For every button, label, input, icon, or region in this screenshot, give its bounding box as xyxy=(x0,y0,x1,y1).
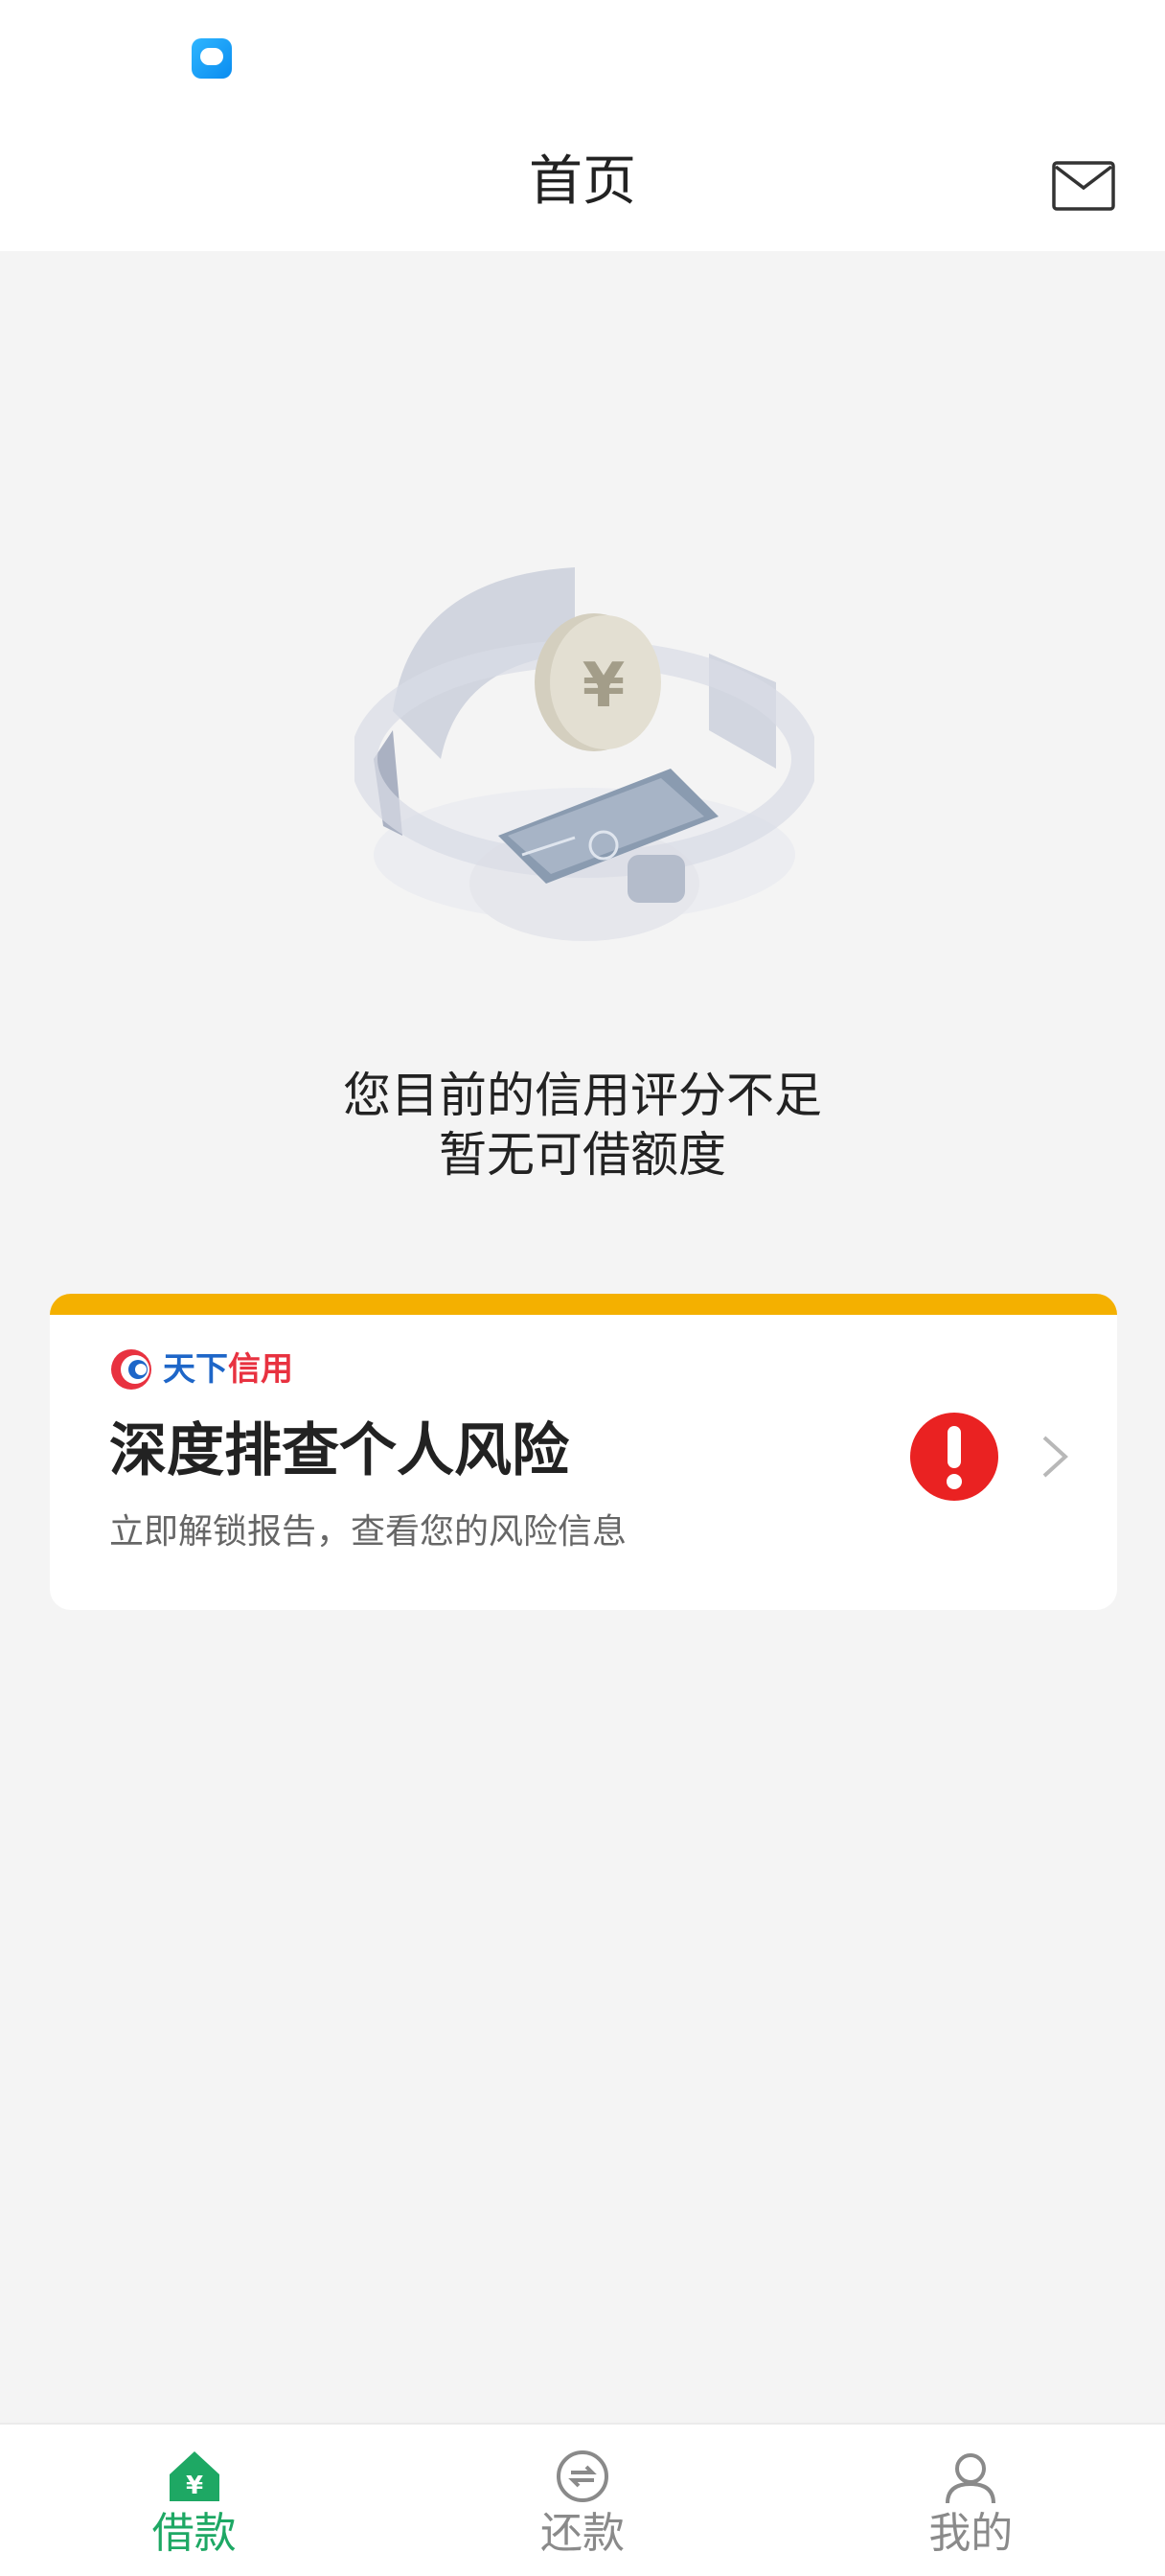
tab-mine-label: 我的 xyxy=(928,2509,1014,2558)
card-accent-stripe xyxy=(50,1294,1117,1315)
mail-icon xyxy=(1052,161,1115,211)
app-header: 首页 xyxy=(0,125,1165,251)
status-bar xyxy=(0,0,1165,125)
tab-mine[interactable]: 我的 xyxy=(777,2425,1165,2576)
brand-name-part2: 信用 xyxy=(228,1350,293,1389)
repay-icon xyxy=(556,2450,608,2502)
chevron-right-icon xyxy=(1042,1436,1068,1478)
svg-text:¥: ¥ xyxy=(582,651,626,722)
brand-logo-icon xyxy=(111,1349,151,1390)
yuan-coin-illustration: ¥ xyxy=(354,567,814,941)
credit-message: 您目前的信用评分不足 暂无可借额度 xyxy=(0,1066,1165,1184)
home-yuan-icon: ¥ xyxy=(169,2451,219,2501)
risk-report-card[interactable]: 天下信用 深度排查个人风险 立即解锁报告，查看您的风险信息 xyxy=(50,1294,1117,1610)
card-title: 深度排查个人风险 xyxy=(109,1417,569,1484)
chat-bubble-icon xyxy=(192,38,232,79)
exclamation-icon xyxy=(910,1413,998,1501)
tab-repay[interactable]: 还款 xyxy=(388,2425,776,2576)
brand-name-part1: 天下 xyxy=(163,1350,228,1389)
tab-borrow-label: 借款 xyxy=(151,2509,237,2558)
card-subtitle: 立即解锁报告，查看您的风险信息 xyxy=(109,1512,628,1552)
svg-text:¥: ¥ xyxy=(186,2472,203,2500)
main-content: ¥ 您目前的信用评分不足 暂无可借额度 天下信用 深度排查个人风险 立即解锁报告… xyxy=(0,251,1165,2423)
page-title: 首页 xyxy=(529,150,636,213)
brand: 天下信用 xyxy=(109,1346,293,1393)
tab-repay-label: 还款 xyxy=(539,2509,625,2558)
user-icon xyxy=(946,2453,996,2504)
credit-message-line2: 暂无可借额度 xyxy=(439,1127,726,1183)
tab-borrow[interactable]: ¥ 借款 xyxy=(0,2425,388,2576)
mail-button[interactable] xyxy=(1052,161,1115,211)
credit-message-line1: 您目前的信用评分不足 xyxy=(343,1068,822,1123)
bottom-tab-bar: ¥ 借款 还款 我的 xyxy=(0,2423,1165,2576)
